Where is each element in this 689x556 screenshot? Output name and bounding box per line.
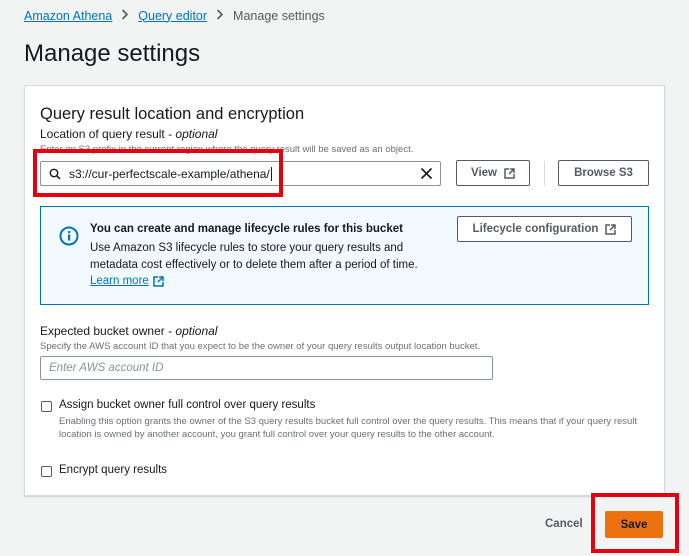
learn-more-label: Learn more <box>90 275 149 287</box>
info-body: Use Amazon S3 lifecycle rules to store y… <box>90 242 418 271</box>
settings-panel: Query result location and encryption Loc… <box>24 85 665 496</box>
aws-account-id-input[interactable]: Enter AWS account ID <box>40 356 493 380</box>
query-result-location-input[interactable]: s3://cur-perfectscale-example/athena/ <box>40 161 441 186</box>
browse-s3-button[interactable]: Browse S3 <box>558 160 649 186</box>
location-description: Enter an S3 prefix in the current region… <box>40 144 414 155</box>
breadcrumb-link-athena[interactable]: Amazon Athena <box>24 9 112 23</box>
cancel-button[interactable]: Cancel <box>545 518 583 530</box>
breadcrumb: Amazon Athena Query editor Manage settin… <box>24 8 325 23</box>
encrypt-checkbox[interactable] <box>41 466 52 477</box>
page-title: Manage settings <box>24 40 201 67</box>
section-title: Query result location and encryption <box>40 105 305 123</box>
chevron-right-icon <box>121 8 129 23</box>
text-caret <box>270 166 272 181</box>
breadcrumb-link-query-editor[interactable]: Query editor <box>138 9 207 23</box>
external-link-icon <box>504 167 515 179</box>
encrypt-label: Encrypt query results <box>59 464 168 476</box>
lifecycle-configuration-button[interactable]: Lifecycle configuration <box>457 216 632 242</box>
full-control-checkbox[interactable] <box>41 401 52 412</box>
divider <box>544 161 545 186</box>
learn-more-link[interactable]: Learn more <box>90 275 164 287</box>
save-button[interactable]: Save <box>605 511 663 538</box>
bucket-owner-label: Expected bucket owner - optional <box>40 324 218 338</box>
bucket-owner-description: Specify the AWS account ID that you expe… <box>40 341 481 352</box>
view-button[interactable]: View <box>456 160 530 186</box>
external-link-icon <box>605 223 617 235</box>
search-icon <box>49 168 61 180</box>
location-label: Location of query result - optional <box>40 127 218 141</box>
chevron-right-icon <box>216 8 224 23</box>
lifecycle-button-label: Lifecycle configuration <box>472 223 599 235</box>
full-control-label: Assign bucket owner full control over qu… <box>59 399 316 411</box>
external-link-icon <box>153 275 164 287</box>
info-icon <box>59 226 79 246</box>
query-result-location-value: s3://cur-perfectscale-example/athena/ <box>69 166 270 181</box>
lifecycle-info-alert: You can create and manage lifecycle rule… <box>40 206 649 305</box>
breadcrumb-current: Manage settings <box>233 8 325 23</box>
info-title: You can create and manage lifecycle rule… <box>90 223 403 235</box>
full-control-description: Enabling this option grants the owner of… <box>59 416 638 440</box>
view-button-label: View <box>471 167 497 179</box>
clear-icon[interactable] <box>420 167 433 180</box>
